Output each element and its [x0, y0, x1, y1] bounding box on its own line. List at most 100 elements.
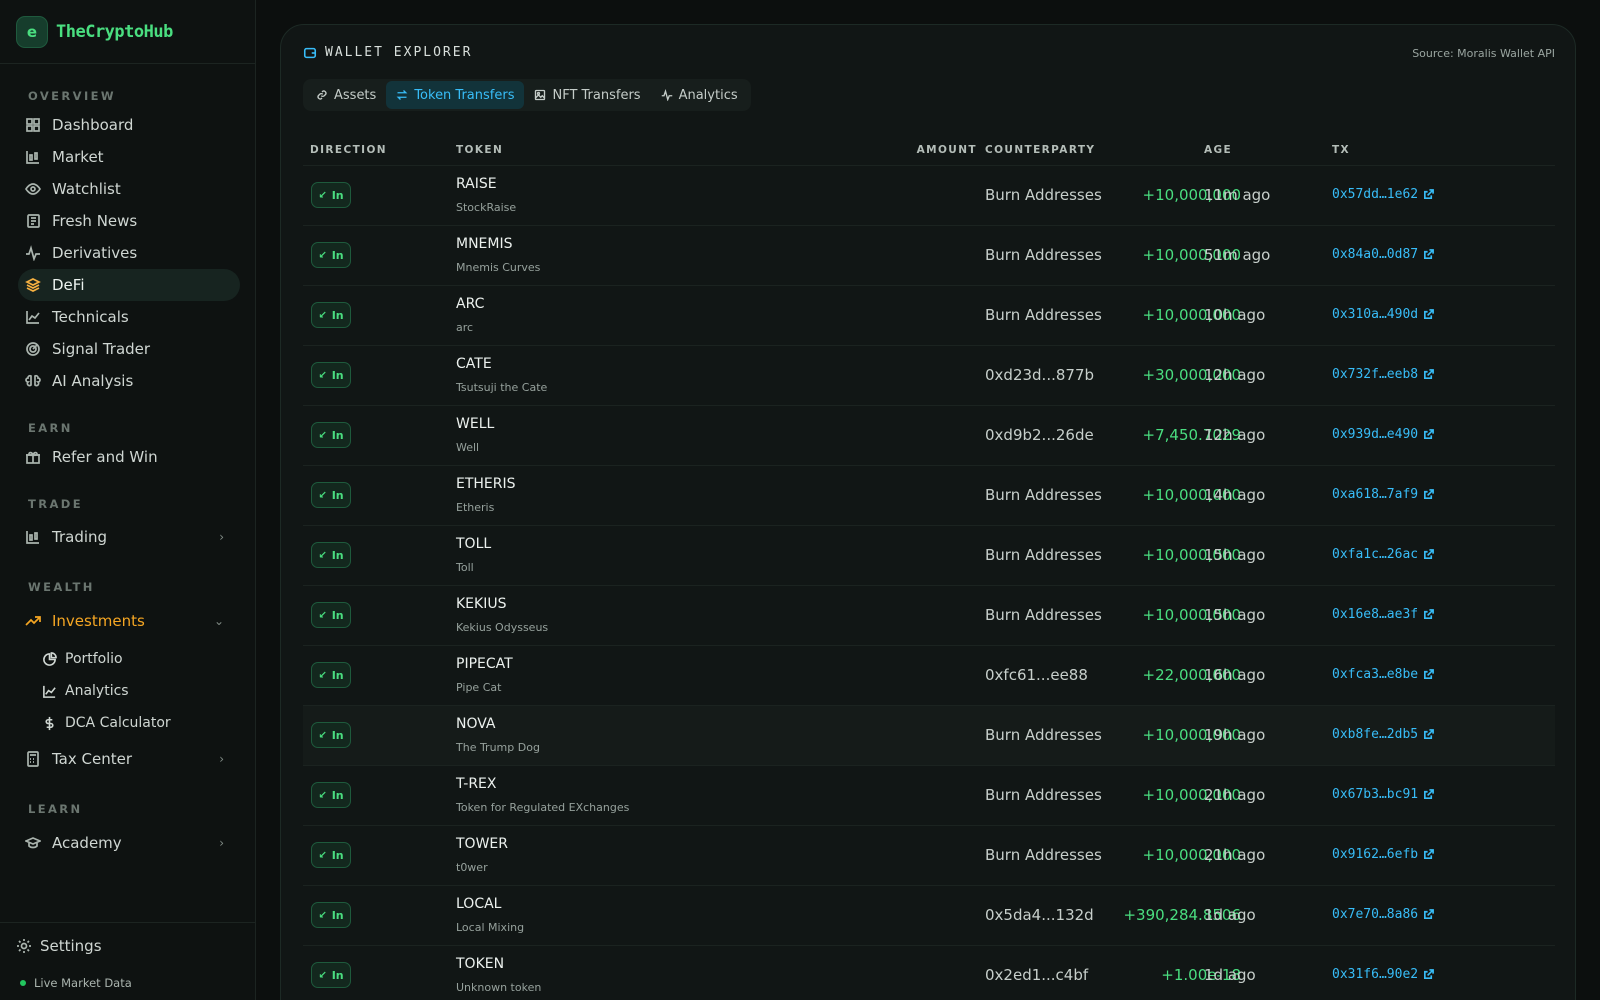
tx-link[interactable]: 0x57dd…1e62 — [1332, 187, 1435, 202]
tx-link[interactable]: 0x84a0…0d87 — [1332, 247, 1435, 262]
tx-link[interactable]: 0x939d…e490 — [1332, 427, 1435, 442]
live-dot-icon — [20, 980, 26, 986]
tx-link[interactable]: 0x16e8…ae3f — [1332, 607, 1435, 622]
nav-academy[interactable]: Academy › — [18, 827, 240, 859]
settings-button[interactable]: Settings — [16, 937, 102, 955]
nav-defi[interactable]: DeFi — [18, 269, 240, 301]
tx-link[interactable]: 0x31f6…90e2 — [1332, 967, 1435, 982]
nav-market[interactable]: Market — [18, 141, 240, 173]
token-symbol: ARC — [456, 296, 485, 312]
arrow-down-left-icon: ↙ — [318, 309, 327, 321]
live-label: Live Market Data — [34, 976, 132, 990]
tx-link[interactable]: 0xfa1c…26ac — [1332, 547, 1435, 562]
live-status: Live Market Data — [20, 976, 132, 990]
table-row[interactable]: ↙ In TOLL Toll +10,000,000 Burn Addresses 15h … — [303, 525, 1555, 585]
tab-assets[interactable]: Assets — [306, 81, 386, 109]
nav-tax-center[interactable]: Tax Center › — [18, 743, 240, 775]
nav-ai-analysis[interactable]: AI Analysis — [18, 365, 240, 397]
arrow-down-left-icon: ↙ — [318, 909, 327, 921]
table-row[interactable]: ↙ In LOCAL Local Mixing +390,284.8506 0x5da4.… — [303, 885, 1555, 945]
token-name: The Trump Dog — [456, 741, 540, 754]
settings-label: Settings — [40, 937, 102, 955]
nav-label: DCA Calculator — [65, 715, 171, 731]
table-row[interactable]: ↙ In WELL Well +7,450.7029 0xd9b2...26de 12h a… — [303, 405, 1555, 465]
tx-link[interactable]: 0x310a…490d — [1332, 307, 1435, 322]
age: 21h ago — [1204, 786, 1266, 804]
nav-derivatives[interactable]: Derivatives — [18, 237, 240, 269]
age: 19h ago — [1204, 726, 1266, 744]
tab-token-transfers[interactable]: Token Transfers — [386, 81, 525, 109]
tx-hash: 0x7e70…8a86 — [1332, 907, 1419, 922]
direction-label: In — [331, 608, 344, 622]
external-link-icon — [1424, 849, 1435, 859]
nav-portfolio[interactable]: Portfolio — [40, 645, 240, 673]
direction-label: In — [331, 788, 344, 802]
table-row[interactable]: ↙ In PIPECAT Pipe Cat +22,000,000 0xfc61...ee… — [303, 645, 1555, 705]
table-row[interactable]: ↙ In T-REX Token for Regulated EXchanges +10… — [303, 765, 1555, 825]
age: 15h ago — [1204, 546, 1266, 564]
nav-fresh-news[interactable]: Fresh News — [18, 205, 240, 237]
nav-label: Academy — [52, 834, 122, 852]
nav-dca-calculator[interactable]: DCA Calculator — [40, 709, 240, 737]
tab-label: Token Transfers — [414, 87, 515, 103]
section-trade: TRADE — [28, 497, 84, 511]
gift-icon — [24, 448, 42, 466]
nav-analytics[interactable]: Analytics — [40, 677, 240, 705]
calculator-icon — [24, 750, 42, 768]
direction-label: In — [331, 548, 344, 562]
table-row[interactable]: ↙ In CATE Tsutsuji the Cate +30,000,000 0xd23… — [303, 345, 1555, 405]
direction-badge: ↙ In — [311, 362, 351, 388]
tx-link[interactable]: 0x9162…6efb — [1332, 847, 1435, 862]
col-tx[interactable]: TX — [1332, 144, 1350, 156]
counterparty: Burn Addresses — [985, 546, 1102, 564]
counterparty: Burn Addresses — [985, 726, 1102, 744]
col-amount[interactable]: AMOUNT — [917, 144, 977, 156]
tx-link[interactable]: 0xa618…7af9 — [1332, 487, 1435, 502]
tx-link[interactable]: 0x7e70…8a86 — [1332, 907, 1435, 922]
col-age[interactable]: AGE — [1204, 144, 1232, 156]
tab-label: Assets — [334, 87, 377, 103]
direction-label: In — [331, 368, 344, 382]
token-symbol: LOCAL — [456, 896, 502, 912]
tx-link[interactable]: 0x67b3…bc91 — [1332, 787, 1435, 802]
tx-link[interactable]: 0xfca3…e8be — [1332, 667, 1435, 682]
token-symbol: MNEMIS — [456, 236, 513, 252]
tab-nft-transfers[interactable]: NFT Transfers — [524, 81, 650, 109]
col-token[interactable]: TOKEN — [456, 144, 503, 156]
table-row[interactable]: ↙ In TOWER t0wer +10,000,000 Burn Addresses 21… — [303, 825, 1555, 885]
brand[interactable]: e TheCryptoHub — [0, 0, 255, 64]
nav-watchlist[interactable]: Watchlist — [18, 173, 240, 205]
age: 14h ago — [1204, 486, 1266, 504]
nav-signal-trader[interactable]: Signal Trader — [18, 333, 240, 365]
arrow-down-left-icon: ↙ — [318, 189, 327, 201]
col-direction[interactable]: DIRECTION — [310, 144, 387, 156]
line-chart-icon — [24, 308, 42, 326]
graduation-cap-icon — [24, 834, 42, 852]
table-row[interactable]: ↙ In NOVA The Trump Dog +10,000,000 Burn Addr… — [303, 705, 1555, 765]
nav-investments[interactable]: Investments ⌄ — [18, 605, 240, 637]
nav-trading[interactable]: Trading › — [18, 521, 240, 553]
tx-link[interactable]: 0x732f…eeb8 — [1332, 367, 1435, 382]
counterparty: Burn Addresses — [985, 606, 1102, 624]
age: 12h ago — [1204, 426, 1266, 444]
direction-badge: ↙ In — [311, 902, 351, 928]
table-row[interactable]: ↙ In ETHERIS Etheris +10,000,000 Burn Address… — [303, 465, 1555, 525]
dollar-icon — [40, 714, 58, 732]
col-counterparty[interactable]: COUNTERPARTY — [985, 144, 1095, 156]
table-row[interactable]: ↙ In KEKIUS Kekius Odysseus +10,000,000 Burn … — [303, 585, 1555, 645]
tx-link[interactable]: 0xb8fe…2db5 — [1332, 727, 1435, 742]
nav-refer-and-win[interactable]: Refer and Win — [18, 441, 240, 473]
nav-dashboard[interactable]: Dashboard — [18, 109, 240, 141]
tab-label: Analytics — [678, 87, 738, 103]
table-row[interactable]: ↙ In MNEMIS Mnemis Curves +10,000,000 Burn Ad… — [303, 225, 1555, 285]
wallet-icon — [303, 47, 317, 58]
brain-icon — [24, 372, 42, 390]
nav-technicals[interactable]: Technicals — [18, 301, 240, 333]
table-row[interactable]: ↙ In TOKEN Unknown token +1.00e-18 0x2ed1...c… — [303, 945, 1555, 1000]
table-row[interactable]: ↙ In RAISE StockRaise +10,000,000 Burn Addres… — [303, 165, 1555, 225]
arrow-down-left-icon: ↙ — [318, 489, 327, 501]
age: 10h ago — [1204, 306, 1266, 324]
table-row[interactable]: ↙ In ARC arc +10,000,000 Burn Addresses 10h ag… — [303, 285, 1555, 345]
arrow-down-left-icon: ↙ — [318, 729, 327, 741]
tab-analytics[interactable]: Analytics — [651, 81, 748, 109]
